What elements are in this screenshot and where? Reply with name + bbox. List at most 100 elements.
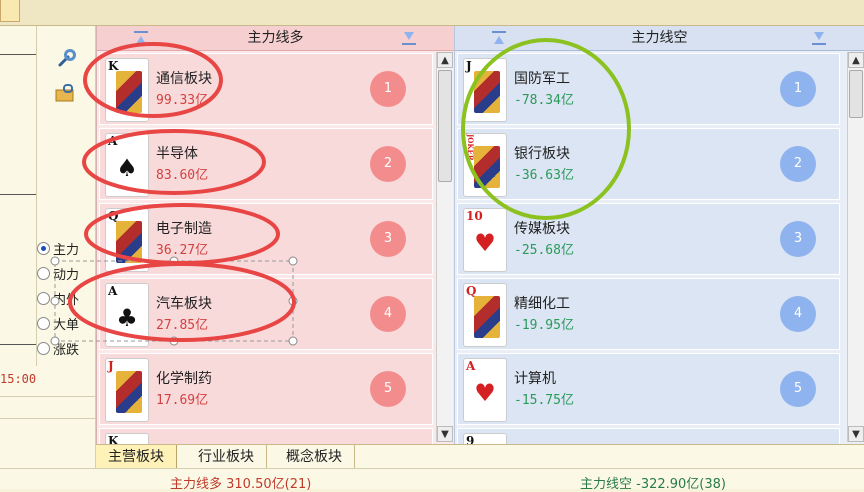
sector-value: 99.33亿 [156, 93, 209, 108]
time-label: 15:00 [0, 372, 37, 386]
long-panel-title: 主力线多 [247, 30, 304, 46]
sector-row[interactable]: J 化学制药 17.69亿 5 [99, 353, 433, 425]
playing-card-icon: K [105, 58, 149, 122]
sector-name: 计算机 [514, 371, 556, 387]
playing-card-icon: J [463, 58, 507, 122]
sector-value: 83.60亿 [156, 168, 209, 183]
rank-badge: 2 [370, 146, 406, 182]
rank-badge: 5 [370, 371, 406, 407]
sector-name: 精细化工 [514, 296, 570, 312]
sort-up-icon[interactable] [491, 30, 507, 46]
long-panel-scrollbar[interactable]: ▲ ▼ [436, 52, 453, 442]
card-rank: A [108, 134, 118, 148]
playing-card-icon: Q [463, 283, 507, 347]
sector-row[interactable]: A ♣ 汽车板块 27.85亿 4 [99, 278, 433, 350]
card-face-icon [116, 371, 142, 413]
top-toolbar [0, 0, 864, 26]
radio-button[interactable] [37, 342, 50, 355]
long-total-text: 主力线多 310.50亿(21) [170, 477, 312, 492]
divider [0, 396, 96, 397]
playing-card-icon: A ♣ [105, 283, 149, 347]
scroll-up-arrow-icon[interactable]: ▲ [437, 52, 453, 68]
sector-row[interactable]: Q 电子制造 36.27亿 3 [99, 203, 433, 275]
card-rank: A [466, 359, 476, 373]
short-panel-scrollbar[interactable]: ▲ ▼ [847, 52, 864, 442]
radio-option[interactable]: 涨跌 [37, 336, 79, 361]
card-face-icon [116, 71, 142, 113]
sector-name: 电子制造 [156, 221, 212, 237]
rank-badge: 4 [370, 296, 406, 332]
radio-label: 大单 [53, 318, 80, 333]
card-rank: 10 [466, 209, 483, 223]
sector-row[interactable]: J 国防军工 -78.34亿 1 [457, 53, 840, 125]
rank-badge: 2 [780, 146, 816, 182]
sector-name: 化学制药 [156, 371, 212, 387]
status-bar: 主力线多 310.50亿(21) 主力线空 -322.90亿(38) [0, 468, 864, 492]
radio-button[interactable] [37, 242, 50, 255]
sector-name: 国防军工 [514, 71, 570, 87]
sector-value: -19.95亿 [514, 318, 574, 333]
playing-card-icon: JOKER [463, 133, 507, 197]
sector-value: -15.75亿 [514, 393, 574, 408]
short-panel: 主力线空 J 国防军工 -78.34亿 1 JOKER 银行板块 -36.63亿 2 10 ♥ 传媒… [454, 26, 864, 444]
short-panel-title: 主力线空 [631, 30, 688, 46]
scroll-thumb[interactable] [438, 70, 452, 182]
window-tab[interactable] [0, 0, 20, 22]
rank-badge: 3 [780, 221, 816, 257]
radio-label: 内外 [53, 293, 80, 308]
radio-option[interactable]: 内外 [37, 286, 79, 311]
short-panel-header: 主力线空 [455, 26, 864, 51]
long-panel-header: 主力线多 [97, 26, 454, 51]
card-rank: J [466, 59, 472, 73]
playing-card-icon: 9 [463, 433, 507, 444]
sector-value: 17.69亿 [156, 393, 209, 408]
radio-button[interactable] [37, 317, 50, 330]
radio-label: 涨跌 [53, 343, 80, 358]
sector-name: 半导体 [156, 146, 198, 162]
tab-concept[interactable]: 概念板块 [274, 445, 355, 469]
sector-value: 27.85亿 [156, 318, 209, 333]
sector-row[interactable]: 10 ♥ 传媒板块 -25.68亿 3 [457, 203, 840, 275]
radio-option[interactable]: 大单 [37, 311, 79, 336]
playing-card-icon: 10 ♥ [463, 208, 507, 272]
long-panel: 主力线多 K 通信板块 99.33亿 1 A ♠ 半导体 83.60亿 2 Q 电子制造 36.27亿… [96, 26, 454, 444]
wrench-icon[interactable] [56, 47, 78, 69]
chart-gridline [0, 194, 36, 195]
card-rank: J [108, 359, 114, 373]
sector-row[interactable]: JOKER 银行板块 -36.63亿 2 [457, 128, 840, 200]
radio-label: 动力 [53, 268, 80, 283]
scroll-up-arrow-icon[interactable]: ▲ [848, 52, 864, 68]
card-rank: K [108, 434, 119, 444]
scroll-down-arrow-icon[interactable]: ▼ [848, 426, 864, 442]
playing-card-icon: A ♥ [463, 358, 507, 422]
scroll-thumb[interactable] [849, 70, 863, 118]
sector-row[interactable]: K [99, 428, 433, 444]
sector-name: 传媒板块 [514, 221, 570, 237]
rank-badge: 5 [780, 371, 816, 407]
folder-lock-icon[interactable] [54, 82, 76, 104]
rank-badge: 3 [370, 221, 406, 257]
radio-button[interactable] [37, 292, 50, 305]
radio-button[interactable] [37, 267, 50, 280]
sort-down-icon[interactable] [401, 30, 417, 46]
sector-value: 36.27亿 [156, 243, 209, 258]
radio-option[interactable]: 主力 [37, 236, 79, 261]
scroll-down-arrow-icon[interactable]: ▼ [437, 426, 453, 442]
card-face-icon [474, 71, 500, 113]
sector-row[interactable]: Q 精细化工 -19.95亿 4 [457, 278, 840, 350]
tab-industry[interactable]: 行业板块 [186, 445, 267, 469]
sector-row[interactable]: 9 [457, 428, 840, 444]
tab-main-business[interactable]: 主营板块 [96, 445, 177, 469]
playing-card-icon: Q [105, 208, 149, 272]
sector-row[interactable]: A ♥ 计算机 -15.75亿 5 [457, 353, 840, 425]
sector-row[interactable]: A ♠ 半导体 83.60亿 2 [99, 128, 433, 200]
sort-up-icon[interactable] [133, 30, 149, 46]
card-suit-icon: ♥ [474, 229, 496, 257]
playing-card-icon: A ♠ [105, 133, 149, 197]
sector-row[interactable]: K 通信板块 99.33亿 1 [99, 53, 433, 125]
radio-option[interactable]: 动力 [37, 261, 79, 286]
playing-card-icon: J [105, 358, 149, 422]
sector-name: 汽车板块 [156, 296, 212, 312]
sort-down-icon[interactable] [811, 30, 827, 46]
card-suit-icon: ♠ [116, 154, 138, 182]
